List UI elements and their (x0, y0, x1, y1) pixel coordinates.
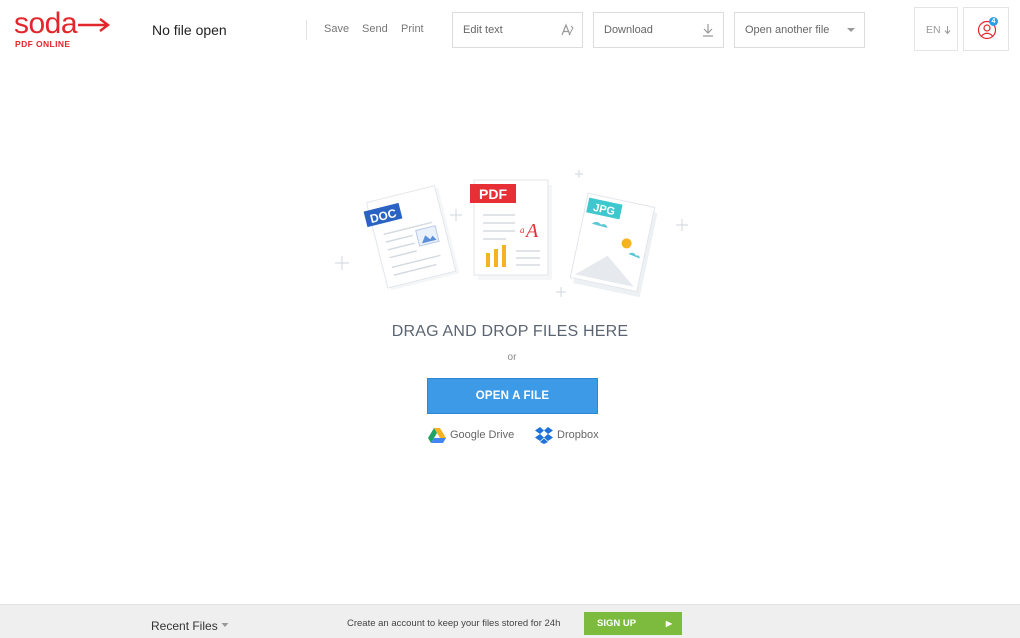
svg-text:a: a (520, 225, 525, 235)
drag-drop-heading: DRAG AND DROP FILES HERE (391, 323, 629, 340)
edit-text-button[interactable]: Edit text (452, 12, 583, 48)
account-button[interactable]: 4 (963, 7, 1009, 51)
save-link[interactable]: Save (324, 23, 349, 35)
google-drive-icon (428, 428, 446, 443)
logo-text: soda (14, 7, 78, 40)
google-drive-link[interactable]: Google Drive (428, 426, 518, 444)
toolbar-divider (306, 20, 307, 40)
download-button[interactable]: Download (593, 12, 724, 48)
download-label: Download (604, 24, 653, 36)
google-drive-label: Google Drive (450, 429, 515, 441)
notification-badge: 4 (989, 17, 998, 26)
edit-text-icon (561, 23, 574, 36)
open-another-file-dropdown[interactable]: Open another file (734, 12, 865, 48)
jpg-file-icon: JPG (569, 192, 658, 298)
dropbox-icon (535, 427, 553, 444)
logo-subtext: PDF ONLINE (15, 39, 71, 49)
download-icon (703, 24, 713, 37)
sign-up-button[interactable]: SIGN UP ▶ (584, 612, 682, 635)
bottom-bar: Recent Files Create an account to keep y… (0, 604, 1020, 638)
chevron-down-icon (847, 28, 855, 32)
sign-up-label: SIGN UP (597, 618, 637, 629)
language-arrow-icon (944, 26, 951, 35)
file-types-illustration: DOC PDF A a JPG (335, 170, 688, 298)
edit-text-label: Edit text (463, 24, 503, 36)
pdf-file-icon: PDF A a (470, 179, 552, 280)
file-title: No file open (152, 22, 227, 38)
dropbox-label: Dropbox (557, 429, 599, 441)
soda-pdf-logo[interactable]: soda PDF ONLINE (14, 7, 110, 52)
account-promo-text: Create an account to keep your files sto… (347, 618, 561, 629)
top-toolbar: soda PDF ONLINE No file open Save Send P… (0, 0, 1020, 62)
send-link[interactable]: Send (362, 23, 388, 35)
play-arrow-icon: ▶ (665, 619, 672, 628)
dropbox-link[interactable]: Dropbox (535, 426, 605, 444)
recent-files-chevron-icon (221, 623, 229, 627)
svg-text:A: A (524, 220, 539, 242)
logo-arrow-icon (78, 18, 110, 32)
print-link[interactable]: Print (401, 23, 424, 35)
app-page: soda PDF ONLINE No file open Save Send P… (0, 0, 1020, 638)
language-selector[interactable]: EN (914, 7, 958, 51)
doc-file-icon: DOC (363, 185, 460, 291)
pdf-label: PDF (479, 186, 507, 202)
recent-files-toggle[interactable]: Recent Files (151, 619, 218, 633)
or-separator: or (507, 352, 517, 363)
open-file-button[interactable]: OPEN A FILE (427, 378, 598, 414)
open-another-file-label: Open another file (745, 24, 830, 36)
language-label: EN (926, 24, 941, 36)
